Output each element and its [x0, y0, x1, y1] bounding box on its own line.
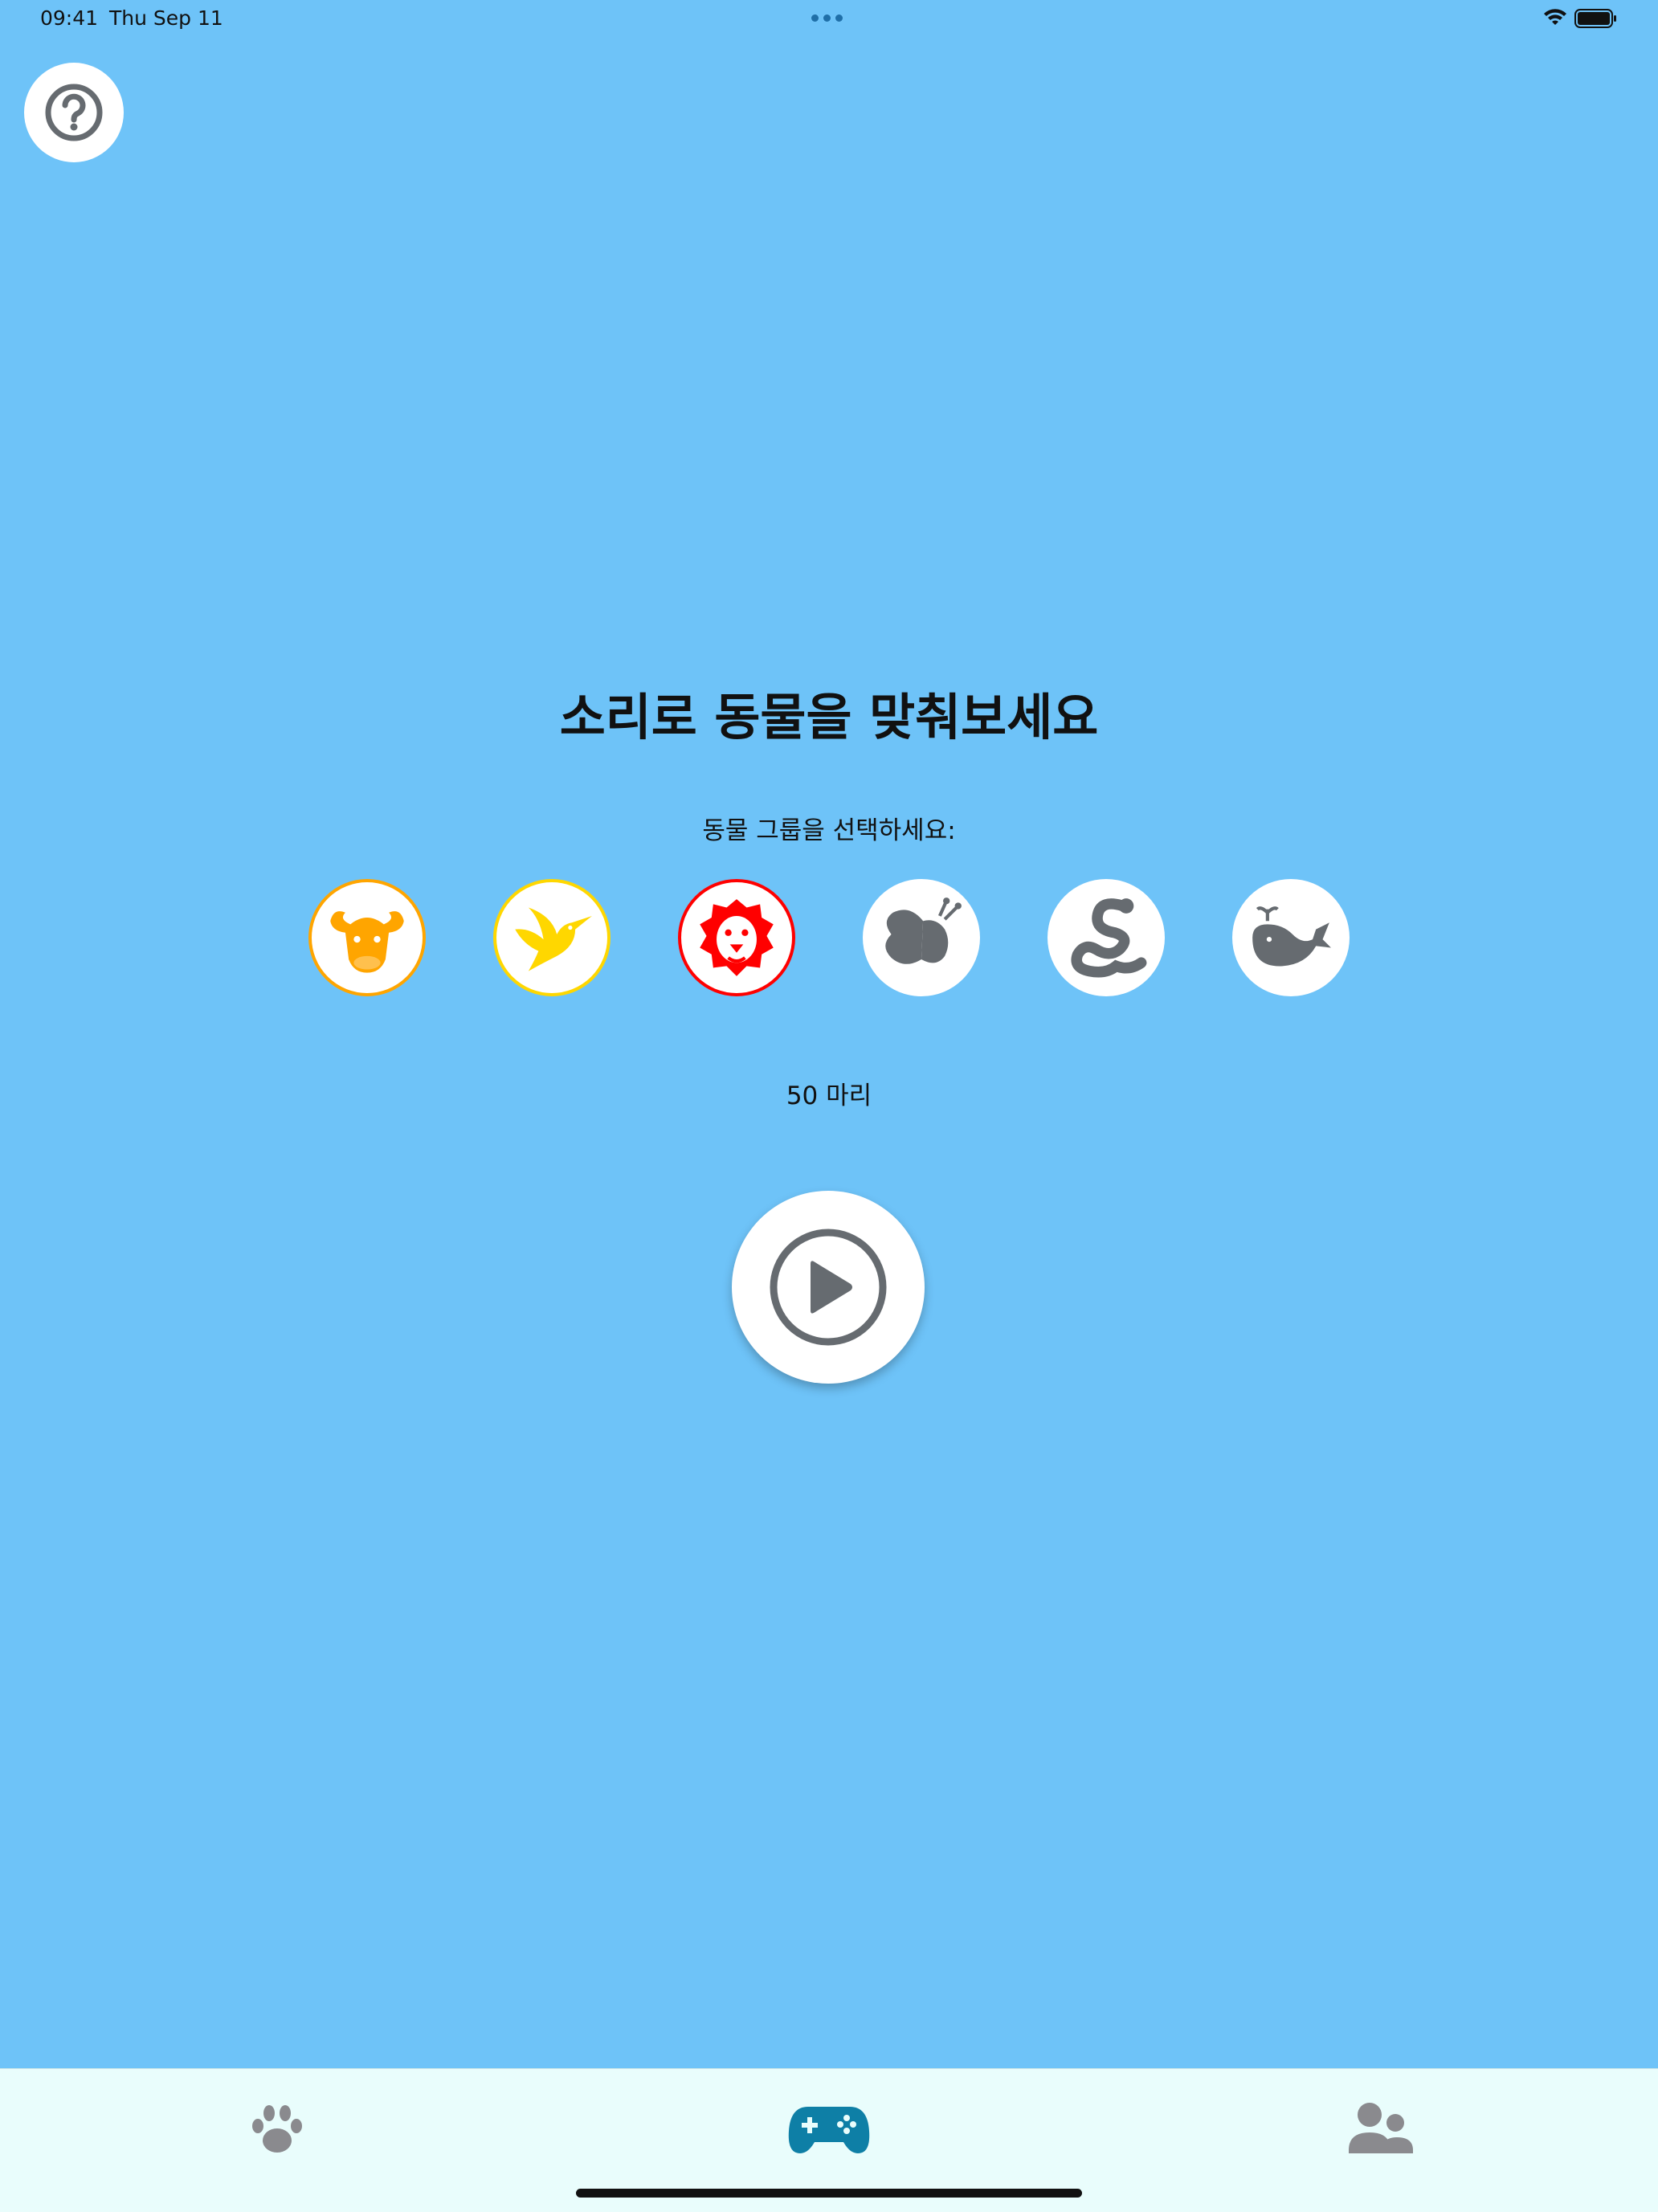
- status-date: Thu Sep 11: [109, 6, 223, 30]
- help-button[interactable]: [24, 63, 124, 162]
- status-time: 09:41: [40, 6, 99, 30]
- lion-icon: [700, 899, 774, 976]
- users-icon: [1349, 2103, 1413, 2153]
- snake-icon: [1071, 898, 1147, 978]
- home-indicator[interactable]: [576, 2189, 1082, 2198]
- gamepad-icon: [788, 2107, 870, 2153]
- animal-group-selector: [0, 879, 1658, 996]
- play-circle-icon: [770, 1229, 887, 1346]
- status-bar: 09:41 Thu Sep 11: [0, 0, 1658, 39]
- play-button[interactable]: [732, 1191, 925, 1384]
- tab-animals[interactable]: [233, 2093, 321, 2165]
- bird-icon: [515, 907, 592, 971]
- group-button-mammals[interactable]: [308, 879, 426, 996]
- paw-icon: [252, 2105, 302, 2153]
- group-button-insects[interactable]: [863, 879, 980, 996]
- page-title: 소리로 동물을 맞춰보세요: [559, 688, 1099, 746]
- tab-game[interactable]: [785, 2093, 873, 2165]
- question-circle-icon: [45, 84, 103, 141]
- animal-count-label: 50 마리: [786, 1081, 872, 1110]
- wifi-icon: [1544, 9, 1566, 25]
- group-button-reptiles[interactable]: [1047, 879, 1165, 996]
- group-button-wild[interactable]: [678, 879, 795, 996]
- battery-icon: [1574, 9, 1616, 28]
- group-button-sea[interactable]: [1232, 879, 1350, 996]
- group-prompt-label: 동물 그룹을 선택하세요:: [702, 816, 956, 845]
- cow-icon: [330, 911, 404, 973]
- multitasking-dots-icon[interactable]: [811, 14, 843, 22]
- butterfly-icon: [885, 897, 962, 964]
- whale-icon: [1252, 906, 1331, 967]
- tab-profile[interactable]: [1337, 2093, 1425, 2165]
- group-button-birds[interactable]: [493, 879, 611, 996]
